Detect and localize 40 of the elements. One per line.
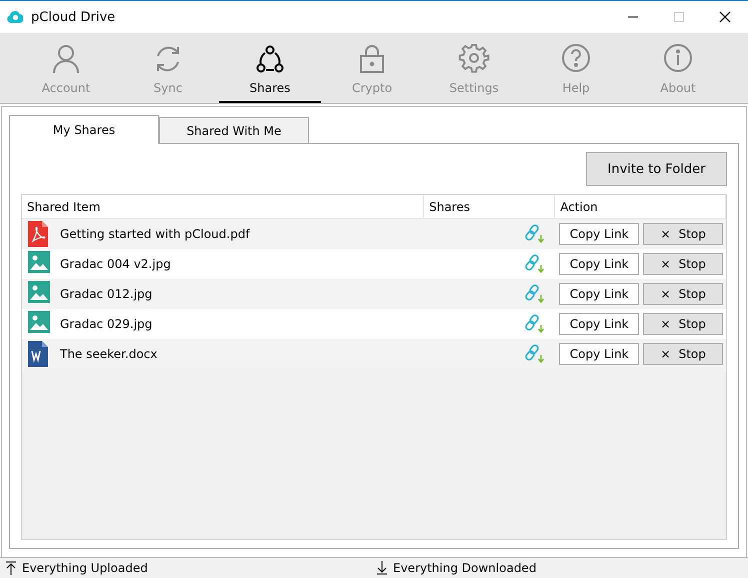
column-header[interactable]: Action <box>555 195 726 218</box>
column-header[interactable]: Shared Item <box>22 195 424 218</box>
status-text: Everything Downloaded <box>393 561 536 575</box>
copy-link-button[interactable]: Copy Link <box>559 313 640 335</box>
settings-icon <box>458 43 490 75</box>
stop-button[interactable]: × Stop <box>643 253 724 275</box>
window-title: pCloud Drive <box>31 10 116 24</box>
pdf-file-icon <box>28 221 50 247</box>
stop-button[interactable]: × Stop <box>643 343 724 365</box>
file-name: Gradac 004 v2.jpg <box>60 257 171 271</box>
status-text: Everything Uploaded <box>22 561 148 575</box>
share-icon <box>254 43 286 75</box>
link-icon <box>525 254 546 274</box>
file-name: Gradac 012.jpg <box>60 287 152 301</box>
link-icon <box>525 314 546 334</box>
help-icon <box>560 43 592 75</box>
link-icon <box>525 284 546 304</box>
app-logo-icon <box>7 10 23 24</box>
copy-link-button[interactable]: Copy Link <box>559 343 640 365</box>
file-name: The seeker.docx <box>60 347 158 361</box>
word-file-icon <box>28 341 50 367</box>
info-icon <box>662 43 694 75</box>
tab[interactable]: My Shares <box>9 115 159 144</box>
copy-link-button[interactable]: Copy Link <box>559 283 640 305</box>
invite-button[interactable]: Invite to Folder <box>586 152 727 186</box>
nav-tab[interactable]: Shares <box>219 33 321 103</box>
stop-button[interactable]: × Stop <box>643 283 724 305</box>
link-icon <box>525 344 546 364</box>
file-name: Getting started with pCloud.pdf <box>60 227 250 241</box>
stop-button[interactable]: × Stop <box>643 313 724 335</box>
stop-button[interactable]: × Stop <box>643 223 724 245</box>
tab[interactable]: Shared With Me <box>159 117 309 143</box>
person-icon <box>50 43 82 75</box>
upload-icon <box>6 561 16 575</box>
column-header[interactable]: Shares <box>424 195 556 218</box>
link-icon <box>525 224 546 244</box>
download-icon <box>377 561 387 575</box>
copy-link-button[interactable]: Copy Link <box>559 253 640 275</box>
file-name: Gradac 029.jpg <box>60 317 152 331</box>
copy-link-button[interactable]: Copy Link <box>559 223 640 245</box>
